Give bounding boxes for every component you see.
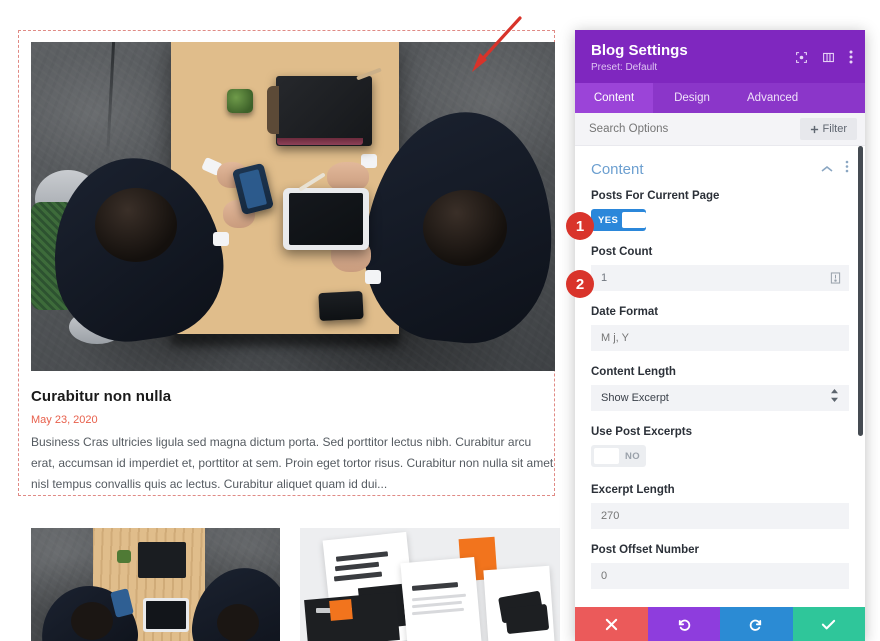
panel-header-icons <box>795 50 853 64</box>
section-title: Content <box>591 160 644 178</box>
post-title[interactable]: Curabitur non nulla <box>31 388 171 405</box>
person-left-head <box>95 188 177 262</box>
label-excerpt-length: Excerpt Length <box>591 484 675 496</box>
toggle-knob <box>622 212 646 228</box>
field-content-length: Content Length Show Excerpt <box>591 366 849 411</box>
post-offset-input[interactable] <box>601 570 841 582</box>
field-use-post-excerpts: Use Post Excerpts NO <box>591 426 849 469</box>
screen-root: Curabitur non nulla May 23, 2020 Busines… <box>0 0 880 641</box>
tablet <box>283 188 369 250</box>
notebook-pages <box>277 138 363 145</box>
notebook <box>267 76 372 146</box>
label-posts-for-current-page: Posts For Current Page <box>591 190 720 202</box>
page-preview: Curabitur non nulla May 23, 2020 Busines… <box>0 0 575 641</box>
date-format-input[interactable] <box>601 332 841 344</box>
small-plant <box>227 89 253 113</box>
cancel-button[interactable] <box>575 607 648 641</box>
annotation-arrow-icon <box>472 16 522 72</box>
callout-badge-2: 2 <box>566 270 594 298</box>
content-length-value: Show Excerpt <box>601 392 669 404</box>
input-excerpt-length-wrap <box>591 503 849 529</box>
plus-icon <box>810 125 818 133</box>
person-right-cuff-2 <box>365 270 381 284</box>
post-excerpt: Business Cras ultricies ligula sed magna… <box>31 435 554 491</box>
mockup-3-card-2 <box>504 603 550 635</box>
content-section-header: Content <box>591 146 849 190</box>
tab-design[interactable]: Design <box>653 83 731 113</box>
filter-button-label: Filter <box>822 123 847 135</box>
toggle-posts-for-current-page[interactable]: YES <box>591 209 646 231</box>
post-count-input[interactable] <box>601 272 830 284</box>
more-vertical-icon[interactable] <box>849 50 853 64</box>
toggle-state-label: YES <box>598 214 619 226</box>
chevron-up-icon[interactable] <box>821 160 833 178</box>
label-content-length: Content Length <box>591 366 676 378</box>
stepper-arrows-icon[interactable] <box>830 389 839 407</box>
smartphone-dark <box>318 290 364 322</box>
search-input[interactable] <box>589 123 800 135</box>
filter-button[interactable]: Filter <box>799 118 857 140</box>
toggle-knob-off <box>594 448 619 464</box>
post-thumbnail-2[interactable] <box>300 528 560 641</box>
label-date-format: Date Format <box>591 306 659 318</box>
thumb1-head-left <box>71 602 113 640</box>
redo-icon <box>749 619 761 631</box>
mockup-orange-tag <box>329 599 353 621</box>
tab-content[interactable]: Content <box>575 83 653 113</box>
input-post-offset-wrap <box>591 563 849 589</box>
panel-body: Content Posts For Current Page YES Post … <box>575 146 865 607</box>
post-thumbnail-1[interactable] <box>31 528 280 641</box>
thumb1-head-right <box>217 604 259 641</box>
callout-badge-1: 1 <box>566 212 594 240</box>
save-button[interactable] <box>792 607 865 641</box>
field-date-format: Date Format <box>591 306 849 351</box>
check-icon <box>822 619 836 629</box>
layout-columns-icon[interactable] <box>822 51 835 64</box>
featured-image[interactable] <box>31 42 555 371</box>
blog-settings-panel: Blog Settings Preset: Default Content De… <box>575 30 865 641</box>
input-date-format-wrap <box>591 325 849 351</box>
panel-header: Blog Settings Preset: Default <box>575 30 865 83</box>
field-excerpt-length: Excerpt Length <box>591 484 849 529</box>
input-post-count-wrap <box>591 265 849 291</box>
responsive-device-icon[interactable] <box>830 272 841 284</box>
person-right-head <box>423 190 507 266</box>
person-left-cuff-2 <box>213 232 229 246</box>
undo-button[interactable] <box>647 607 720 641</box>
search-options-bar: Filter <box>575 113 865 146</box>
toggle-state-label-off: NO <box>625 450 641 462</box>
section-more-vertical-icon[interactable] <box>845 160 849 178</box>
thumb1-notebook <box>138 542 186 578</box>
close-icon <box>605 618 617 630</box>
label-use-post-excerpts: Use Post Excerpts <box>591 426 692 438</box>
focus-icon[interactable] <box>795 51 808 64</box>
label-post-offset-number: Post Offset Number <box>591 544 699 556</box>
undo-icon <box>679 619 691 631</box>
select-content-length[interactable]: Show Excerpt <box>591 385 849 411</box>
field-post-offset-number: Post Offset Number <box>591 544 849 589</box>
thumb1-plant <box>117 550 131 563</box>
field-post-count: Post Count <box>591 246 849 291</box>
panel-tabs: Content Design Advanced <box>575 83 865 113</box>
field-posts-for-current-page: Posts For Current Page YES <box>591 190 849 231</box>
section-actions <box>821 160 849 178</box>
excerpt-length-input[interactable] <box>601 510 841 522</box>
thumb1-tablet <box>143 598 189 632</box>
panel-scrollbar[interactable] <box>858 146 863 436</box>
redo-button[interactable] <box>720 607 793 641</box>
toggle-use-post-excerpts[interactable]: NO <box>591 445 646 467</box>
post-date: May 23, 2020 <box>31 414 98 426</box>
panel-footer <box>575 607 865 641</box>
tab-advanced[interactable]: Advanced <box>731 83 814 113</box>
label-post-count: Post Count <box>591 246 653 258</box>
